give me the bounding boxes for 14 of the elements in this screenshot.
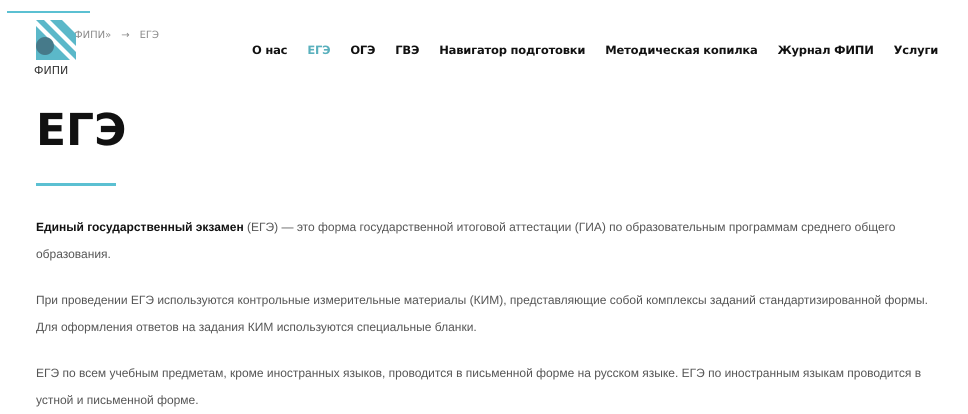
nav-link[interactable]: ГВЭ: [395, 43, 420, 57]
paragraph: ЕГЭ по всем учебным предметам, кроме иностранных языков, проводится в письменной форме на русском языке. ЕГЭ по иностранным языкам проводится в устной и письменной форме.: [36, 365, 922, 409]
breadcrumb-separator: →: [121, 30, 130, 41]
nav-link[interactable]: Услуги: [894, 43, 938, 57]
paragraph: При проведении ЕГЭ используются контрольные измерительные материалы (КИМ), представляющие собой комплексы заданий стандартизированной формы. Для оформления ответов на задания КИМ используются специальные бланки.: [36, 292, 929, 336]
nav-link[interactable]: О нас: [252, 43, 288, 57]
nav-link[interactable]: Навигатор подготовки: [439, 43, 586, 57]
nav-link[interactable]: ОГЭ: [350, 43, 376, 57]
logo-icon[interactable]: [36, 20, 76, 60]
paragraph: Единый государственный экзамен (ЕГЭ) — это форма государственной итоговой аттестации (ГИА) по образовательным программам среднего общего образования.: [36, 219, 896, 263]
nav-link[interactable]: Журнал ФИПИ: [778, 43, 874, 57]
page-title: ЕГЭ: [36, 105, 128, 157]
nav-link[interactable]: Методическая копилка: [605, 43, 758, 57]
logo-caption: ФИПИ: [34, 64, 68, 77]
